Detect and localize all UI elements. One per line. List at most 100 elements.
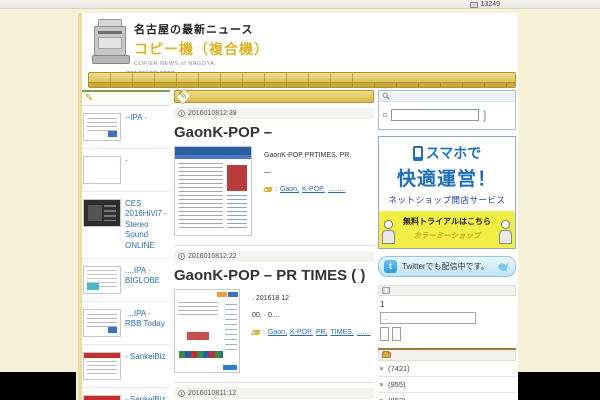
article-thumbnail[interactable] [83, 113, 121, 141]
list-item[interactable]: CES 2016HiVi7 - Stereo Sound ONLINE [82, 192, 170, 259]
article-separator [174, 382, 374, 383]
list-item[interactable]: (955) [378, 377, 516, 393]
copier-panel [98, 37, 122, 49]
list-item[interactable]: ....IPA - BIGLOBE [82, 259, 170, 302]
list-item[interactable]: --IPA - [82, 106, 170, 149]
excerpt-line: GaonK-POP PRTIMES. PR. [264, 152, 352, 159]
sidebar-article-link[interactable]: - [125, 156, 128, 184]
search-button[interactable]: ] [483, 109, 486, 121]
tag-link[interactable]: Gaon, [268, 329, 287, 336]
article-date: 2016010811:12 [188, 390, 237, 397]
article-excerpt: . 201618 12 00. · 0.... : Gaon, K-POP, P… [251, 289, 371, 373]
category-link[interactable]: (862) [388, 396, 406, 400]
screen-black-corner [518, 372, 600, 400]
search-widget-body: ] [379, 102, 515, 129]
widget-select[interactable] [380, 327, 389, 341]
excerpt-line: 00. · 0.... [252, 312, 280, 319]
widget-select[interactable] [392, 327, 401, 341]
list-item[interactable]: ....IPA - RBB Today [82, 302, 170, 345]
sidebar-article-link[interactable]: - SankeiBiz [125, 352, 165, 380]
tag-link[interactable]: K-POP, [290, 329, 313, 336]
page: 13249 名古屋の最新ニュース コピー機（複合機） COPIER NEWS o… [0, 0, 600, 400]
article-body: . 201618 12 00. · 0.... : Gaon, K-POP, P… [174, 289, 374, 373]
category-list: (7421) (955) (862) (869) [378, 361, 516, 400]
widget-selects [380, 327, 516, 341]
article-tags: : Gaon, K-POP, ......... [263, 186, 351, 193]
search-input[interactable] [391, 109, 479, 121]
category-link[interactable]: (955) [388, 380, 406, 389]
ad-brand-text: カラーミーショップ [413, 231, 481, 240]
article-tags: : Gaon, K-POP, PR, TIMES, ....... [251, 329, 371, 336]
article-thumbnail[interactable] [83, 265, 121, 294]
article-thumbnail[interactable] [83, 156, 121, 184]
search-icon [382, 92, 390, 100]
copier-logo-icon[interactable] [92, 19, 130, 67]
ad-banner[interactable]: スマホで 快適運営！ ネットショップ開店サービス 無料トライアルはこちら カラー… [378, 136, 516, 249]
clock-icon [178, 110, 185, 117]
bird-icon [497, 261, 510, 272]
article-thumbnail[interactable] [174, 146, 252, 236]
copier-base [92, 55, 130, 64]
ad-line2: 快適運営！ [396, 169, 497, 190]
site-subtitle-en: COPIER NEWS of NAGOYA [134, 61, 215, 67]
sidebar-article-link[interactable]: ....IPA - RBB Today [125, 309, 169, 337]
tag-link[interactable]: ....... [357, 329, 371, 336]
nav-substrip [89, 82, 515, 87]
twitter-logo-icon: t [384, 260, 397, 273]
article-title[interactable]: GaonK-POP – PR TIMES ( ) [174, 267, 366, 285]
tag-link[interactable]: PR, [316, 329, 328, 336]
article-thumbnail[interactable] [174, 289, 240, 373]
left-sidebar: ✎ --IPA - - CES 2016HiVi7 - Stereo Sound… [82, 90, 170, 400]
folder-icon [382, 351, 391, 358]
site-header: 名古屋の最新ニュース コピー機（複合機） COPIER NEWS of NAGO… [134, 21, 364, 67]
list-item[interactable]: - SankeiBiz [82, 388, 170, 400]
tag-link[interactable]: TIMES, [331, 329, 354, 336]
visitor-counter: 13249 [469, 1, 500, 8]
person-illustration [382, 220, 395, 246]
ad-cta-strip: 無料トライアルはこちら カラーミーショップ [379, 211, 515, 248]
widget-input[interactable] [380, 312, 476, 324]
excerpt-line: . 201618 12 [252, 295, 289, 302]
calendar-icon [382, 287, 390, 294]
utility-widget-header [378, 285, 516, 296]
article-title[interactable]: GaonK-POP – [174, 124, 366, 142]
article-thumbnail[interactable] [83, 351, 121, 380]
monitor-icon [469, 1, 478, 8]
article-thumbnail[interactable] [83, 199, 121, 227]
article-thumbnail[interactable] [83, 394, 121, 400]
sidebar-article-link[interactable]: ....IPA - BIGLOBE [125, 266, 169, 294]
ad-row1: スマホで [379, 143, 515, 163]
tag-prefix: : [263, 329, 265, 336]
sidebar-article-link[interactable]: CES 2016HiVi7 - Stereo Sound ONLINE [125, 199, 169, 251]
nav-menu-bar[interactable] [88, 72, 516, 88]
list-item[interactable]: - [82, 149, 170, 192]
list-item[interactable]: (7421) [378, 361, 516, 377]
page-number: 1 [380, 300, 385, 309]
browser-top-strip: 13249 [0, 0, 600, 9]
ad-line1: スマホで [425, 145, 482, 161]
sidebar-article-link[interactable]: - SankeiBiz [125, 395, 165, 400]
search-widget-header [379, 91, 515, 102]
left-sidebar-header: ✎ [82, 90, 170, 106]
list-item[interactable]: - SankeiBiz [82, 345, 170, 388]
tag-link[interactable]: K-POP, [302, 186, 325, 193]
tag-link[interactable]: Gaon, [280, 186, 299, 193]
search-widget: ] [378, 90, 516, 130]
site-subtitle[interactable]: コピー機（複合機） [134, 39, 364, 59]
article-date-row: 2016010812:22 [174, 251, 374, 262]
site-title: 名古屋の最新ニュース [134, 24, 254, 36]
tag-link[interactable]: ......... [328, 186, 346, 193]
ad-line3: ネットショップ開店サービス [388, 195, 506, 205]
utility-widget: 1 [378, 285, 516, 341]
screen-black-corner [0, 372, 76, 400]
twitter-banner[interactable]: t Twitterでも配信中です。 [378, 256, 516, 277]
article-thumbnail[interactable] [83, 308, 121, 337]
article: 2016010812:39 GaonK-POP – GaonK-POP PRTI… [174, 108, 374, 246]
tag-icon [251, 330, 261, 335]
twitter-label: Twitterでも配信中です。 [402, 262, 489, 271]
sidebar-article-link[interactable]: --IPA - [125, 113, 147, 141]
clock-icon [178, 390, 185, 397]
list-item[interactable]: (862) [378, 393, 516, 400]
main-column-header-bar: ✎ [174, 88, 374, 105]
category-link[interactable]: (7421) [388, 364, 410, 373]
